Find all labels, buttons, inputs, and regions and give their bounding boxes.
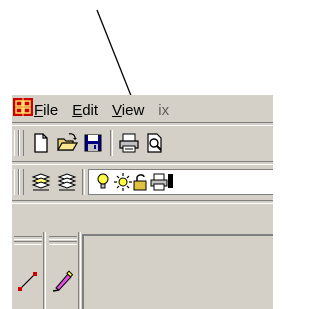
menu-file[interactable]: File — [34, 102, 58, 120]
toolbar-grip[interactable] — [14, 236, 42, 240]
lightbulb-icon[interactable] — [92, 171, 114, 193]
color-swatch[interactable] — [168, 174, 173, 188]
new-document-icon[interactable] — [30, 132, 52, 154]
toolbar-divider — [82, 169, 85, 195]
draw-toolbar — [12, 232, 42, 309]
modify-toolbar — [47, 232, 77, 309]
layers-up-icon[interactable] — [30, 171, 52, 193]
standard-toolbar — [12, 126, 273, 160]
toolbar-grip[interactable] — [14, 241, 42, 245]
toolbar-grip[interactable] — [19, 130, 24, 156]
printer-small-icon[interactable] — [148, 171, 170, 193]
pen-tool-icon[interactable] — [50, 268, 76, 294]
toolbar-grip[interactable] — [49, 241, 77, 245]
menu-view[interactable]: View — [112, 102, 144, 120]
drawing-canvas[interactable] — [82, 234, 273, 309]
menu-bar: File Edit View ix — [34, 102, 183, 120]
open-folder-icon[interactable] — [56, 132, 78, 154]
save-disk-icon[interactable] — [82, 132, 104, 154]
print-icon[interactable] — [118, 132, 140, 154]
toolbar-separator — [12, 200, 273, 204]
application-window: File Edit View ix — [12, 95, 273, 309]
toolbar-divider — [110, 130, 113, 156]
layers-toolbar — [12, 165, 273, 199]
toolbar-grip[interactable] — [49, 236, 77, 240]
line-tool-icon[interactable] — [15, 268, 41, 294]
print-preview-icon[interactable] — [144, 132, 166, 154]
menu-clipped-item[interactable]: ix — [158, 102, 169, 120]
toolbar-divider — [78, 232, 81, 309]
menu-edit[interactable]: Edit — [72, 102, 98, 120]
toolbar-divider — [43, 232, 46, 309]
toolbar-grip[interactable] — [19, 169, 24, 195]
layers-icon[interactable] — [56, 171, 78, 193]
app-logo-icon[interactable] — [13, 98, 33, 116]
